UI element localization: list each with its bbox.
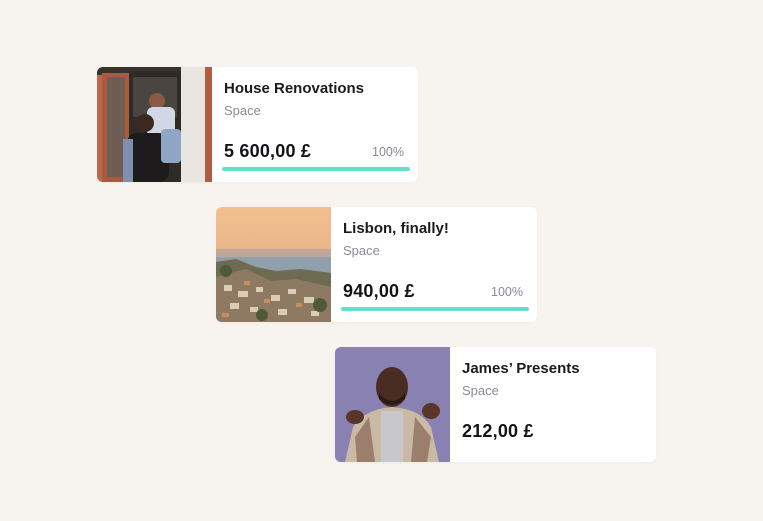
space-card-house-renovations[interactable]: House Renovations Space 5 600,00 £ 100% — [97, 67, 418, 182]
card-title: Lisbon, finally! — [343, 220, 449, 237]
progress-bar — [222, 167, 410, 171]
card-info: James’ Presents Space 212,00 £ — [450, 347, 656, 462]
card-subtitle: Space — [224, 103, 261, 118]
space-card-james-presents[interactable]: James’ Presents Space 212,00 £ — [335, 347, 656, 462]
card-subtitle: Space — [343, 243, 380, 258]
card-amount: 940,00 £ — [343, 281, 415, 301]
progress-bar — [341, 307, 529, 311]
card-info: Lisbon, finally! Space 940,00 £ 100% — [331, 207, 537, 322]
progress-bar-fill — [341, 307, 529, 311]
card-title: James’ Presents — [462, 360, 580, 377]
couple-piggyback-photo — [97, 67, 212, 182]
lisbon-cityscape-photo — [216, 207, 331, 322]
card-progress-percent: 100% — [372, 145, 404, 159]
card-subtitle: Space — [462, 383, 499, 398]
card-progress-percent: 100% — [491, 285, 523, 299]
card-info: House Renovations Space 5 600,00 £ 100% — [212, 67, 418, 182]
card-title: House Renovations — [224, 80, 365, 97]
man-portrait-photo — [335, 347, 450, 462]
card-amount: 5 600,00 £ — [224, 141, 312, 161]
progress-bar-fill — [222, 167, 410, 171]
card-amount: 212,00 £ — [462, 421, 534, 441]
space-card-lisbon[interactable]: Lisbon, finally! Space 940,00 £ 100% — [216, 207, 537, 322]
